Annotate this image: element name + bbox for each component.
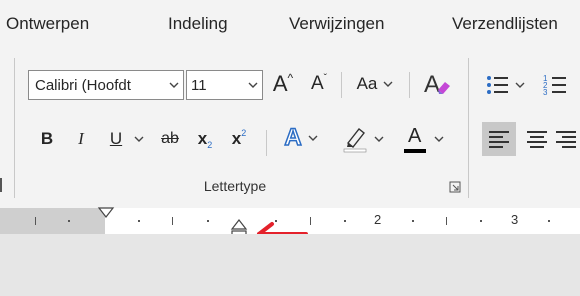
bold-button[interactable]: B xyxy=(36,124,58,154)
font-size-dropdown[interactable]: 11 xyxy=(186,70,263,100)
ruler-tick xyxy=(68,220,70,222)
ribbon-left-divider xyxy=(14,58,15,198)
font-color-button[interactable]: A xyxy=(398,122,448,156)
bullet-list-icon xyxy=(487,76,508,94)
clear-formatting-button[interactable]: A xyxy=(416,68,456,100)
italic-icon: I xyxy=(78,129,84,148)
chevron-down-icon xyxy=(374,136,384,142)
text-effects-icon: A xyxy=(284,123,303,152)
svg-text:A: A xyxy=(424,71,440,98)
strikethrough-icon: ab xyxy=(161,130,179,147)
divider xyxy=(266,130,267,156)
strikethrough-button[interactable]: ab xyxy=(155,124,185,154)
superscript-mark: 2 xyxy=(241,128,247,138)
divider xyxy=(341,72,342,98)
superscript-icon: x xyxy=(231,129,242,148)
ruler-tick xyxy=(412,220,414,222)
tab-verzendlijsten[interactable]: Verzendlijsten xyxy=(452,14,558,34)
ruler-tick xyxy=(480,220,482,222)
subscript-icon: x xyxy=(197,129,208,148)
font-color-bar xyxy=(404,149,426,153)
document-area[interactable] xyxy=(0,234,580,296)
chevron-down-icon xyxy=(134,136,144,142)
font-color-icon: A xyxy=(408,125,422,147)
bullets-button[interactable] xyxy=(480,70,530,100)
align-center-button[interactable] xyxy=(522,122,552,156)
ribbon-edge-mark xyxy=(0,178,6,192)
align-center-icon xyxy=(527,131,547,148)
change-case-button[interactable]: Aa xyxy=(350,68,400,100)
font-name-dropdown[interactable]: Calibri (Hoofdt xyxy=(28,70,184,100)
chevron-down-icon xyxy=(169,82,179,88)
underline-icon: U xyxy=(109,129,123,148)
chevron-down-icon xyxy=(248,82,258,88)
numbered-list-icon: 1 2 3 xyxy=(543,74,566,96)
first-line-indent-marker[interactable] xyxy=(97,206,115,220)
group-divider xyxy=(468,58,469,198)
ruler-number: 3 xyxy=(511,212,519,227)
ruler-tick xyxy=(35,217,36,225)
grow-font-icon: A xyxy=(272,71,288,96)
tab-ontwerpen[interactable]: Ontwerpen xyxy=(6,14,89,34)
highlighter-icon xyxy=(343,128,367,153)
numbering-button[interactable]: 1 2 3 xyxy=(540,70,570,100)
align-right-button[interactable] xyxy=(556,122,580,156)
align-left-button[interactable] xyxy=(482,122,516,156)
superscript-button[interactable]: x2 xyxy=(226,124,252,154)
divider xyxy=(409,72,410,98)
subscript-mark: 2 xyxy=(207,140,213,150)
svg-text:3: 3 xyxy=(543,88,548,96)
tab-verwijzingen[interactable]: Verwijzingen xyxy=(289,14,384,34)
change-case-icon: Aa xyxy=(356,74,378,93)
clear-formatting-icon: A xyxy=(424,71,450,98)
ruler-tick xyxy=(207,220,209,222)
ruler-number: 2 xyxy=(374,212,382,227)
chevron-down-icon xyxy=(515,82,525,88)
align-right-icon xyxy=(556,131,576,148)
ribbon: Calibri (Hoofdt 11 A ^ Aˇ Aa A 1 2 3 B I… xyxy=(0,50,580,206)
ribbon-tabs: Ontwerpen Indeling Verwijzingen Verzendl… xyxy=(0,0,580,50)
chevron-down-icon xyxy=(308,135,318,141)
ruler-tick xyxy=(344,220,346,222)
shrink-font-icon: A xyxy=(310,73,324,94)
caret-up-icon: ^ xyxy=(287,71,294,85)
tab-indeling[interactable]: Indeling xyxy=(168,14,228,34)
ruler-margin-area xyxy=(0,208,105,234)
align-left-icon xyxy=(489,131,509,148)
chevron-down-icon xyxy=(383,81,393,87)
shrink-font-button[interactable]: Aˇ xyxy=(304,68,334,100)
font-name-value: Calibri (Hoofdt xyxy=(35,77,131,94)
chevron-down-icon xyxy=(434,136,444,142)
bold-icon: B xyxy=(40,129,54,148)
ruler-tick xyxy=(446,217,447,225)
group-label-lettertype: Lettertype xyxy=(203,178,267,194)
ruler-tick xyxy=(138,220,140,222)
text-effects-button[interactable]: A xyxy=(278,122,324,154)
dialog-launcher-icon xyxy=(449,181,461,193)
grow-font-button[interactable]: A ^ xyxy=(268,68,298,100)
ruler-tick xyxy=(310,217,311,225)
subscript-button[interactable]: x2 xyxy=(192,124,218,154)
font-dialog-launcher[interactable] xyxy=(448,180,462,194)
underline-button[interactable]: U xyxy=(102,124,152,154)
caret-down-icon: ˇ xyxy=(323,72,328,84)
font-size-value: 11 xyxy=(191,77,207,94)
highlight-button[interactable] xyxy=(338,122,388,156)
ruler-tick xyxy=(548,220,550,222)
italic-button[interactable]: I xyxy=(70,124,92,154)
ruler-tick xyxy=(172,217,173,225)
